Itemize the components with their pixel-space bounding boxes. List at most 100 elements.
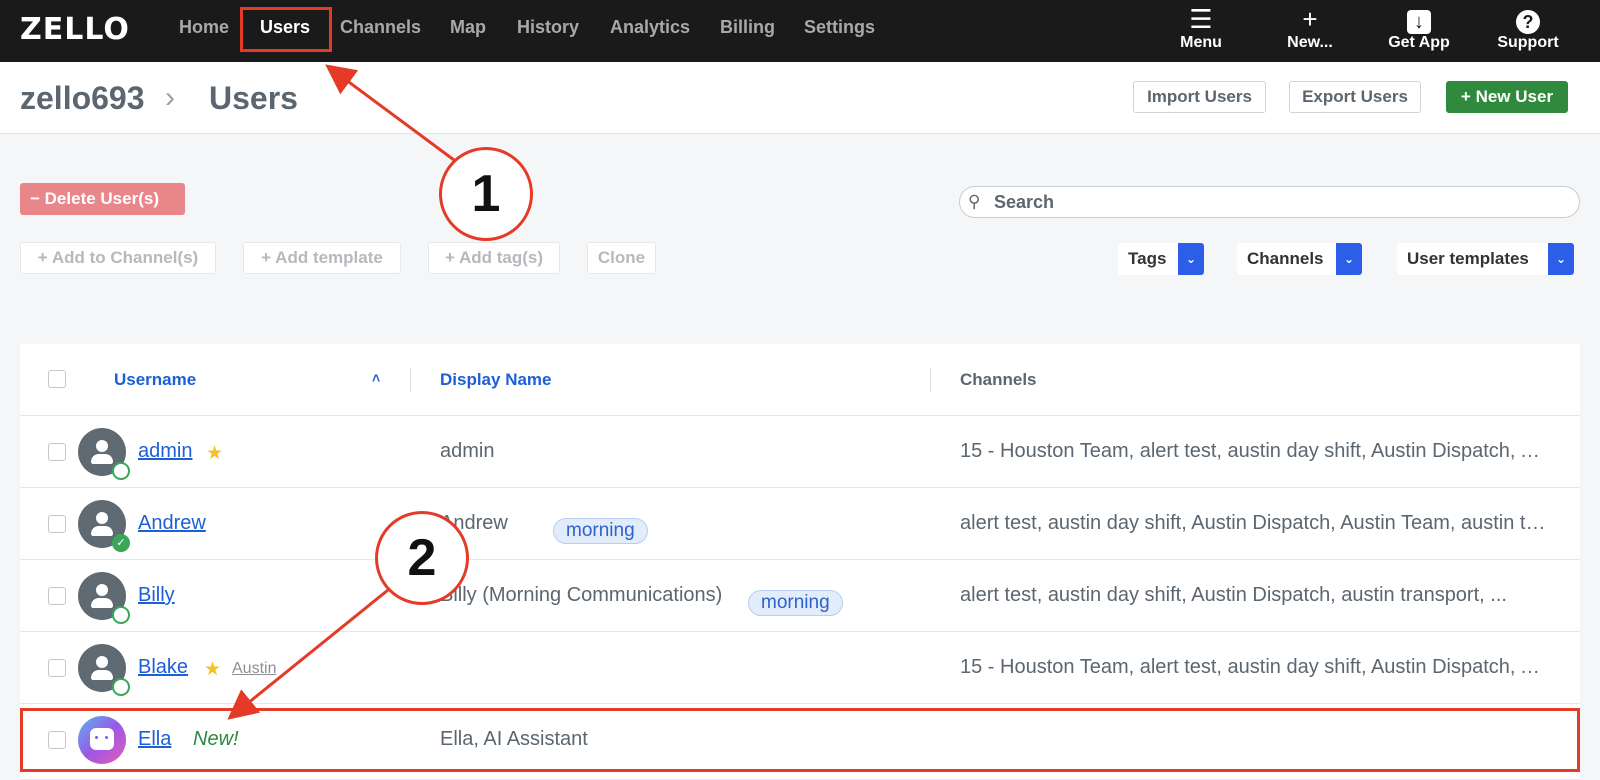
- step-one-badge: 1: [439, 147, 533, 241]
- tags-filter-label: Tags: [1128, 249, 1167, 268]
- channels-list: 15 - Houston Team, alert test, austin da…: [960, 656, 1550, 678]
- row-checkbox[interactable]: [48, 515, 66, 533]
- add-template-button[interactable]: + Add template: [243, 242, 401, 274]
- username-link[interactable]: Blake: [138, 656, 188, 679]
- nav-home[interactable]: Home: [179, 17, 229, 38]
- users-nav-highlight-box: [240, 7, 332, 52]
- row-checkbox[interactable]: [48, 443, 66, 461]
- nav-billing[interactable]: Billing: [720, 17, 775, 38]
- plus-icon: +: [261, 248, 276, 267]
- row-checkbox[interactable]: [48, 659, 66, 677]
- channels-list: alert test, austin day shift, Austin Dis…: [960, 512, 1550, 534]
- top-nav-bar: ZELLO Home Users Channels Map History An…: [0, 0, 1600, 62]
- plus-icon: +: [1302, 4, 1318, 34]
- download-icon: ↓: [1407, 10, 1431, 34]
- add-template-label: Add template: [275, 248, 383, 267]
- display-name-column-header[interactable]: Display Name: [440, 370, 552, 390]
- channels-filter-label: Channels: [1247, 249, 1324, 268]
- add-to-channels-label: Add to Channel(s): [51, 248, 199, 267]
- clone-button[interactable]: Clone: [587, 242, 656, 274]
- column-divider: [410, 368, 411, 392]
- status-offline-icon: [112, 462, 130, 480]
- new-user-label: New User: [1475, 87, 1554, 106]
- channels-list: 15 - Houston Team, alert test, austin da…: [960, 440, 1550, 462]
- nav-history[interactable]: History: [517, 17, 579, 38]
- get-app-label: Get App: [1388, 34, 1450, 51]
- chevron-down-icon: ⌄: [1178, 243, 1204, 275]
- channels-filter-dropdown[interactable]: Channels ⌄: [1237, 243, 1362, 275]
- status-offline-icon: [112, 678, 130, 696]
- table-row[interactable]: Blake ★ Austin 15 - Houston Team, alert …: [20, 632, 1580, 704]
- delete-users-label: Delete User(s): [44, 189, 159, 208]
- username-link[interactable]: Billy: [138, 584, 175, 607]
- display-name: Ella, AI Assistant: [440, 728, 588, 750]
- zello-logo[interactable]: ZELLO: [20, 12, 130, 47]
- channels-column-header: Channels: [960, 370, 1037, 389]
- table-row[interactable]: admin ★ admin 15 - Houston Team, alert t…: [20, 416, 1580, 488]
- plus-icon: +: [1460, 87, 1476, 106]
- user-templates-filter-dropdown[interactable]: User templates ⌄: [1397, 243, 1574, 275]
- username-link[interactable]: Andrew: [138, 512, 206, 535]
- support-label: Support: [1497, 34, 1559, 51]
- sort-asc-icon[interactable]: ˄: [372, 370, 380, 386]
- table-row[interactable]: ✓ Andrew Andrew morning alert test, aust…: [20, 488, 1580, 560]
- username-link[interactable]: admin: [138, 440, 192, 463]
- support-button[interactable]: ? Support: [1483, 4, 1573, 52]
- status-online-icon: ✓: [112, 534, 130, 552]
- delete-users-button[interactable]: − Delete User(s): [20, 183, 185, 215]
- new-badge: New!: [193, 728, 239, 750]
- new-button[interactable]: + New...: [1265, 4, 1355, 52]
- username-column-header[interactable]: Username: [114, 370, 196, 390]
- row-checkbox[interactable]: [48, 587, 66, 605]
- channels-list: alert test, austin day shift, Austin Dis…: [960, 584, 1507, 606]
- tags-filter-dropdown[interactable]: Tags ⌄: [1118, 243, 1204, 275]
- username-link[interactable]: Ella: [138, 728, 171, 751]
- users-table: Username ˄ Display Name Channels admin ★…: [20, 344, 1580, 780]
- minus-icon: −: [30, 189, 45, 208]
- add-tags-button[interactable]: + Add tag(s): [428, 242, 560, 274]
- add-tags-label: Add tag(s): [458, 248, 544, 267]
- page-header: zello693 › Users Import Users Export Use…: [0, 62, 1600, 134]
- tag-badge[interactable]: morning: [748, 590, 843, 616]
- chevron-right-icon: ›: [165, 81, 175, 114]
- breadcrumb-account[interactable]: zello693: [20, 80, 145, 117]
- nav-settings[interactable]: Settings: [804, 17, 875, 38]
- step-two-badge: 2: [375, 511, 469, 605]
- row-checkbox[interactable]: [48, 731, 66, 749]
- user-templates-filter-label: User templates: [1407, 249, 1529, 268]
- page-title: Users: [209, 80, 298, 116]
- template-link[interactable]: Austin: [232, 660, 276, 678]
- nav-channels[interactable]: Channels: [340, 17, 421, 38]
- new-label: New...: [1287, 34, 1333, 51]
- chevron-down-icon: ⌄: [1336, 243, 1362, 275]
- hamburger-icon: ☰: [1189, 4, 1213, 34]
- tag-badge[interactable]: morning: [553, 518, 648, 544]
- star-icon: ★: [204, 659, 222, 680]
- status-offline-icon: [112, 606, 130, 624]
- table-row[interactable]: Ella New! Ella, AI Assistant: [20, 704, 1580, 780]
- menu-label: Menu: [1180, 34, 1222, 51]
- nav-map[interactable]: Map: [450, 17, 486, 38]
- menu-button[interactable]: ☰ Menu: [1156, 4, 1246, 52]
- export-users-button[interactable]: Export Users: [1289, 81, 1421, 113]
- table-header: Username ˄ Display Name Channels: [20, 344, 1580, 416]
- add-to-channels-button[interactable]: + Add to Channel(s): [20, 242, 216, 274]
- help-icon: ?: [1516, 10, 1540, 34]
- search-box: ⚲: [959, 186, 1580, 218]
- column-divider: [930, 368, 931, 392]
- select-all-checkbox[interactable]: [48, 370, 66, 388]
- plus-icon: +: [444, 248, 459, 267]
- search-icon: ⚲: [968, 192, 981, 211]
- get-app-button[interactable]: ↓ Get App: [1374, 4, 1464, 52]
- new-user-button[interactable]: + New User: [1446, 81, 1568, 113]
- table-row[interactable]: Billy Billy (Morning Communications) mor…: [20, 560, 1580, 632]
- plus-icon: +: [37, 248, 52, 267]
- chevron-down-icon: ⌄: [1548, 243, 1574, 275]
- nav-analytics[interactable]: Analytics: [610, 17, 690, 38]
- star-icon: ★: [206, 443, 224, 464]
- ai-assistant-avatar: [78, 716, 126, 764]
- search-input[interactable]: [994, 191, 1554, 213]
- display-name: Billy (Morning Communications): [440, 584, 723, 606]
- display-name: admin: [440, 440, 495, 462]
- import-users-button[interactable]: Import Users: [1133, 81, 1266, 113]
